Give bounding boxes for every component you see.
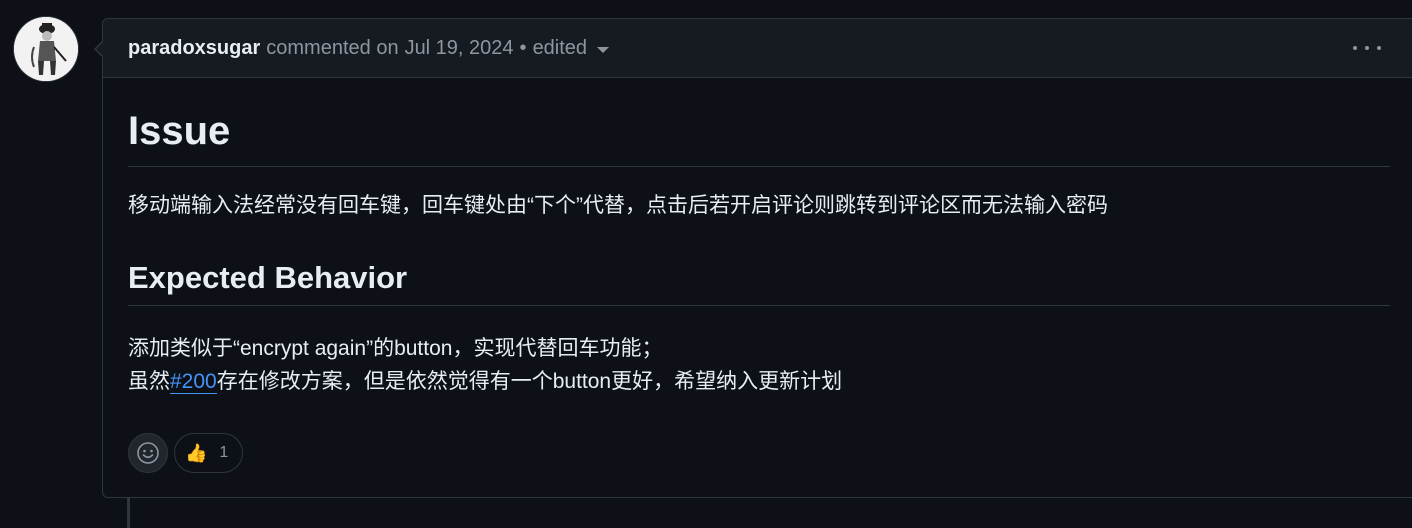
thumbs-up-icon: 👍	[185, 442, 208, 463]
thumbs-up-reaction[interactable]: 👍 1	[174, 433, 244, 473]
edited-dropdown[interactable]: edited	[533, 37, 610, 60]
edited-label: edited	[532, 36, 588, 59]
expected-line-2-prefix: 虽然	[128, 370, 170, 393]
heading-expected-behavior: Expected Behavior	[128, 221, 1390, 306]
avatar[interactable]	[14, 17, 78, 81]
expected-line-2-suffix: 存在修改方案，但是依然觉得有一个button更好，希望纳入更新计划	[216, 370, 843, 393]
comment-body: Issue 移动端输入法经常没有回车键，回车键处由“下个”代替，点击后若开启评论…	[103, 78, 1412, 398]
kebab-dot-icon	[1353, 46, 1357, 50]
comment-card: paradoxsugar commented on Jul 19, 2024 •…	[94, 18, 1412, 498]
comment-options-button[interactable]	[1353, 35, 1381, 61]
comment-header: paradoxsugar commented on Jul 19, 2024 •…	[103, 19, 1412, 78]
expected-line-1: 添加类似于“encrypt again”的button，实现代替回车功能；	[128, 337, 663, 360]
avatar-image	[14, 17, 78, 81]
timeline-line	[127, 498, 130, 528]
comment-action: commented on	[266, 36, 399, 59]
heading-issue: Issue	[128, 78, 1390, 167]
issue-reference-link[interactable]: #200	[170, 370, 217, 394]
comment-pointer-fill	[96, 42, 103, 56]
add-reaction-button[interactable]	[128, 433, 168, 473]
kebab-dot-icon	[1365, 46, 1369, 50]
expected-behavior-text: 添加类似于“encrypt again”的button，实现代替回车功能； 虽然…	[128, 332, 1391, 398]
kebab-dot-icon	[1377, 46, 1381, 50]
separator: •	[519, 36, 527, 59]
chevron-down-icon	[597, 47, 610, 53]
comment-date-link[interactable]: Jul 19, 2024	[405, 37, 514, 60]
smiley-icon	[137, 442, 159, 464]
reactions-bar: 👍 1	[128, 433, 244, 473]
author-link[interactable]: paradoxsugar	[128, 37, 260, 60]
issue-description: 移动端输入法经常没有回车键，回车键处由“下个”代替，点击后若开启评论则跳转到评论…	[128, 194, 1108, 217]
reaction-count: 1	[219, 444, 229, 461]
